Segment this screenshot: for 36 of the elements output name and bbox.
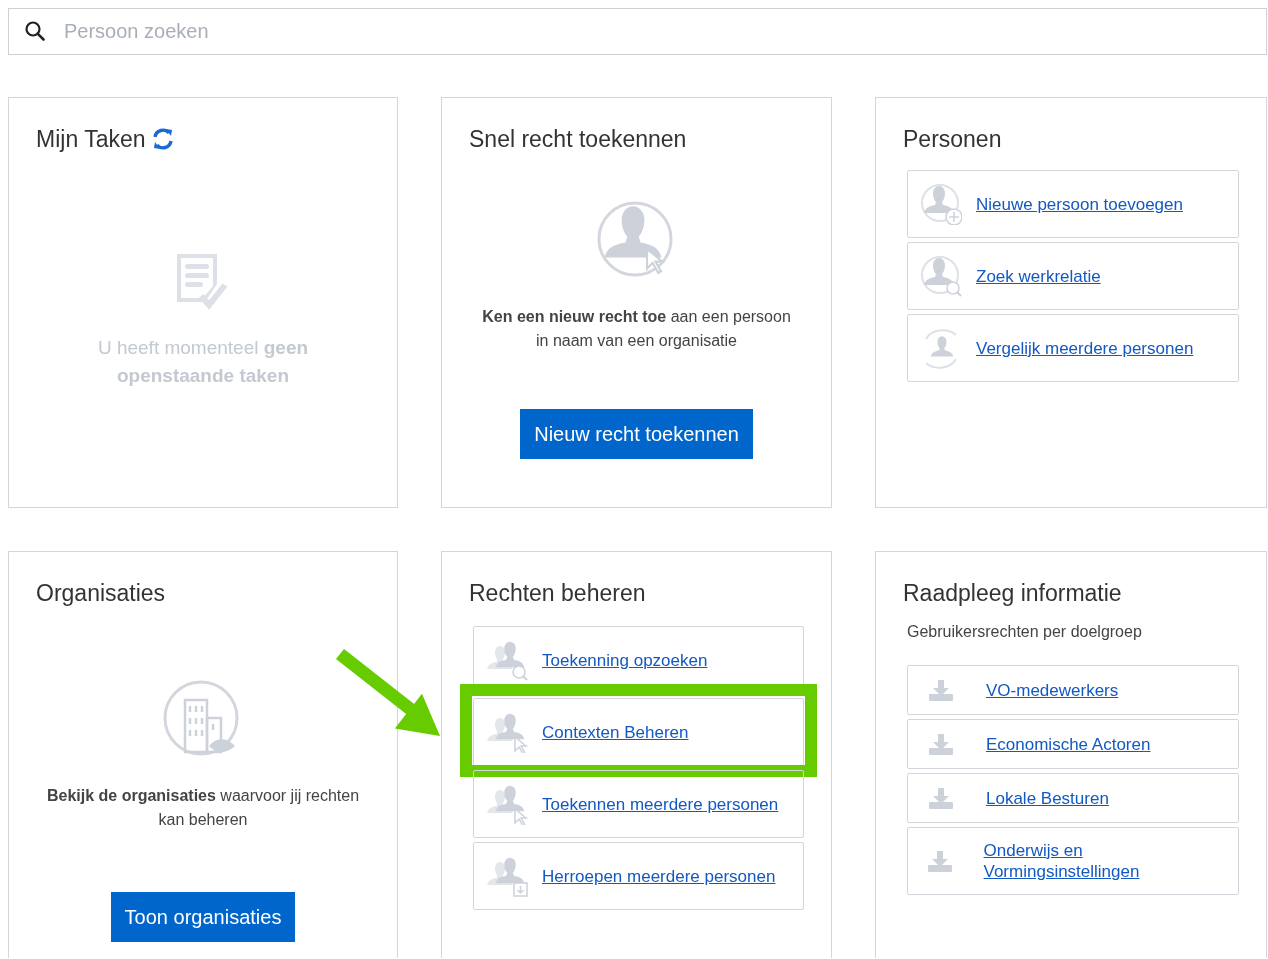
empty-message: U heeft momenteel geen openstaande taken: [96, 336, 310, 388]
link[interactable]: Toekenning opzoeken: [542, 649, 708, 671]
card-title: Mijn Taken: [36, 125, 146, 154]
download-icon: [928, 732, 954, 756]
people-download-icon: [486, 855, 528, 897]
card-title: Rechten beheren: [469, 579, 646, 608]
people-search-icon: [486, 639, 528, 681]
link[interactable]: Contexten Beheren: [542, 721, 689, 743]
link[interactable]: Lokale Besturen: [986, 787, 1109, 809]
search-field[interactable]: Persoon zoeken: [8, 8, 1267, 55]
card-title: Organisaties: [36, 579, 166, 608]
person-search-icon: [920, 255, 962, 297]
download-icon: [926, 849, 953, 873]
description-text: Ken een nieuw recht toe aan een persoon in naam van een organisatie: [481, 307, 792, 351]
link[interactable]: Zoek werkrelatie: [976, 265, 1101, 287]
primary-button[interactable]: Toon organisaties: [110, 892, 296, 942]
link[interactable]: Onderwijs en Vormingsinstellingen: [983, 840, 1228, 882]
refresh-icon: [151, 128, 174, 150]
search-icon: [25, 21, 45, 41]
people-pointer-icon: [486, 783, 528, 825]
card-title: Raadpleeg informatie: [903, 579, 1122, 608]
link[interactable]: Nieuwe persoon toevoegen: [976, 193, 1183, 215]
card-title: Personen: [903, 125, 1002, 154]
section-subtitle: Gebruikersrechten per doelgroep: [907, 622, 1143, 642]
people-pointer-icon: [486, 711, 528, 753]
link[interactable]: Herroepen meerdere personen: [542, 865, 776, 887]
link[interactable]: Vergelijk meerdere personen: [976, 337, 1194, 359]
description-text: Bekijk de organisaties waarvoor jij rechten kan beheren: [45, 786, 361, 830]
link[interactable]: VO-medewerkers: [986, 679, 1119, 701]
link[interactable]: Toekennen meerdere personen: [542, 793, 779, 815]
download-icon: [928, 678, 954, 702]
card-title: Snel recht toekennen: [469, 125, 687, 154]
person-add-icon: [920, 183, 962, 225]
primary-button[interactable]: Nieuw recht toekennen: [520, 409, 753, 459]
link[interactable]: Economische Actoren: [986, 733, 1151, 755]
download-icon: [928, 786, 954, 810]
